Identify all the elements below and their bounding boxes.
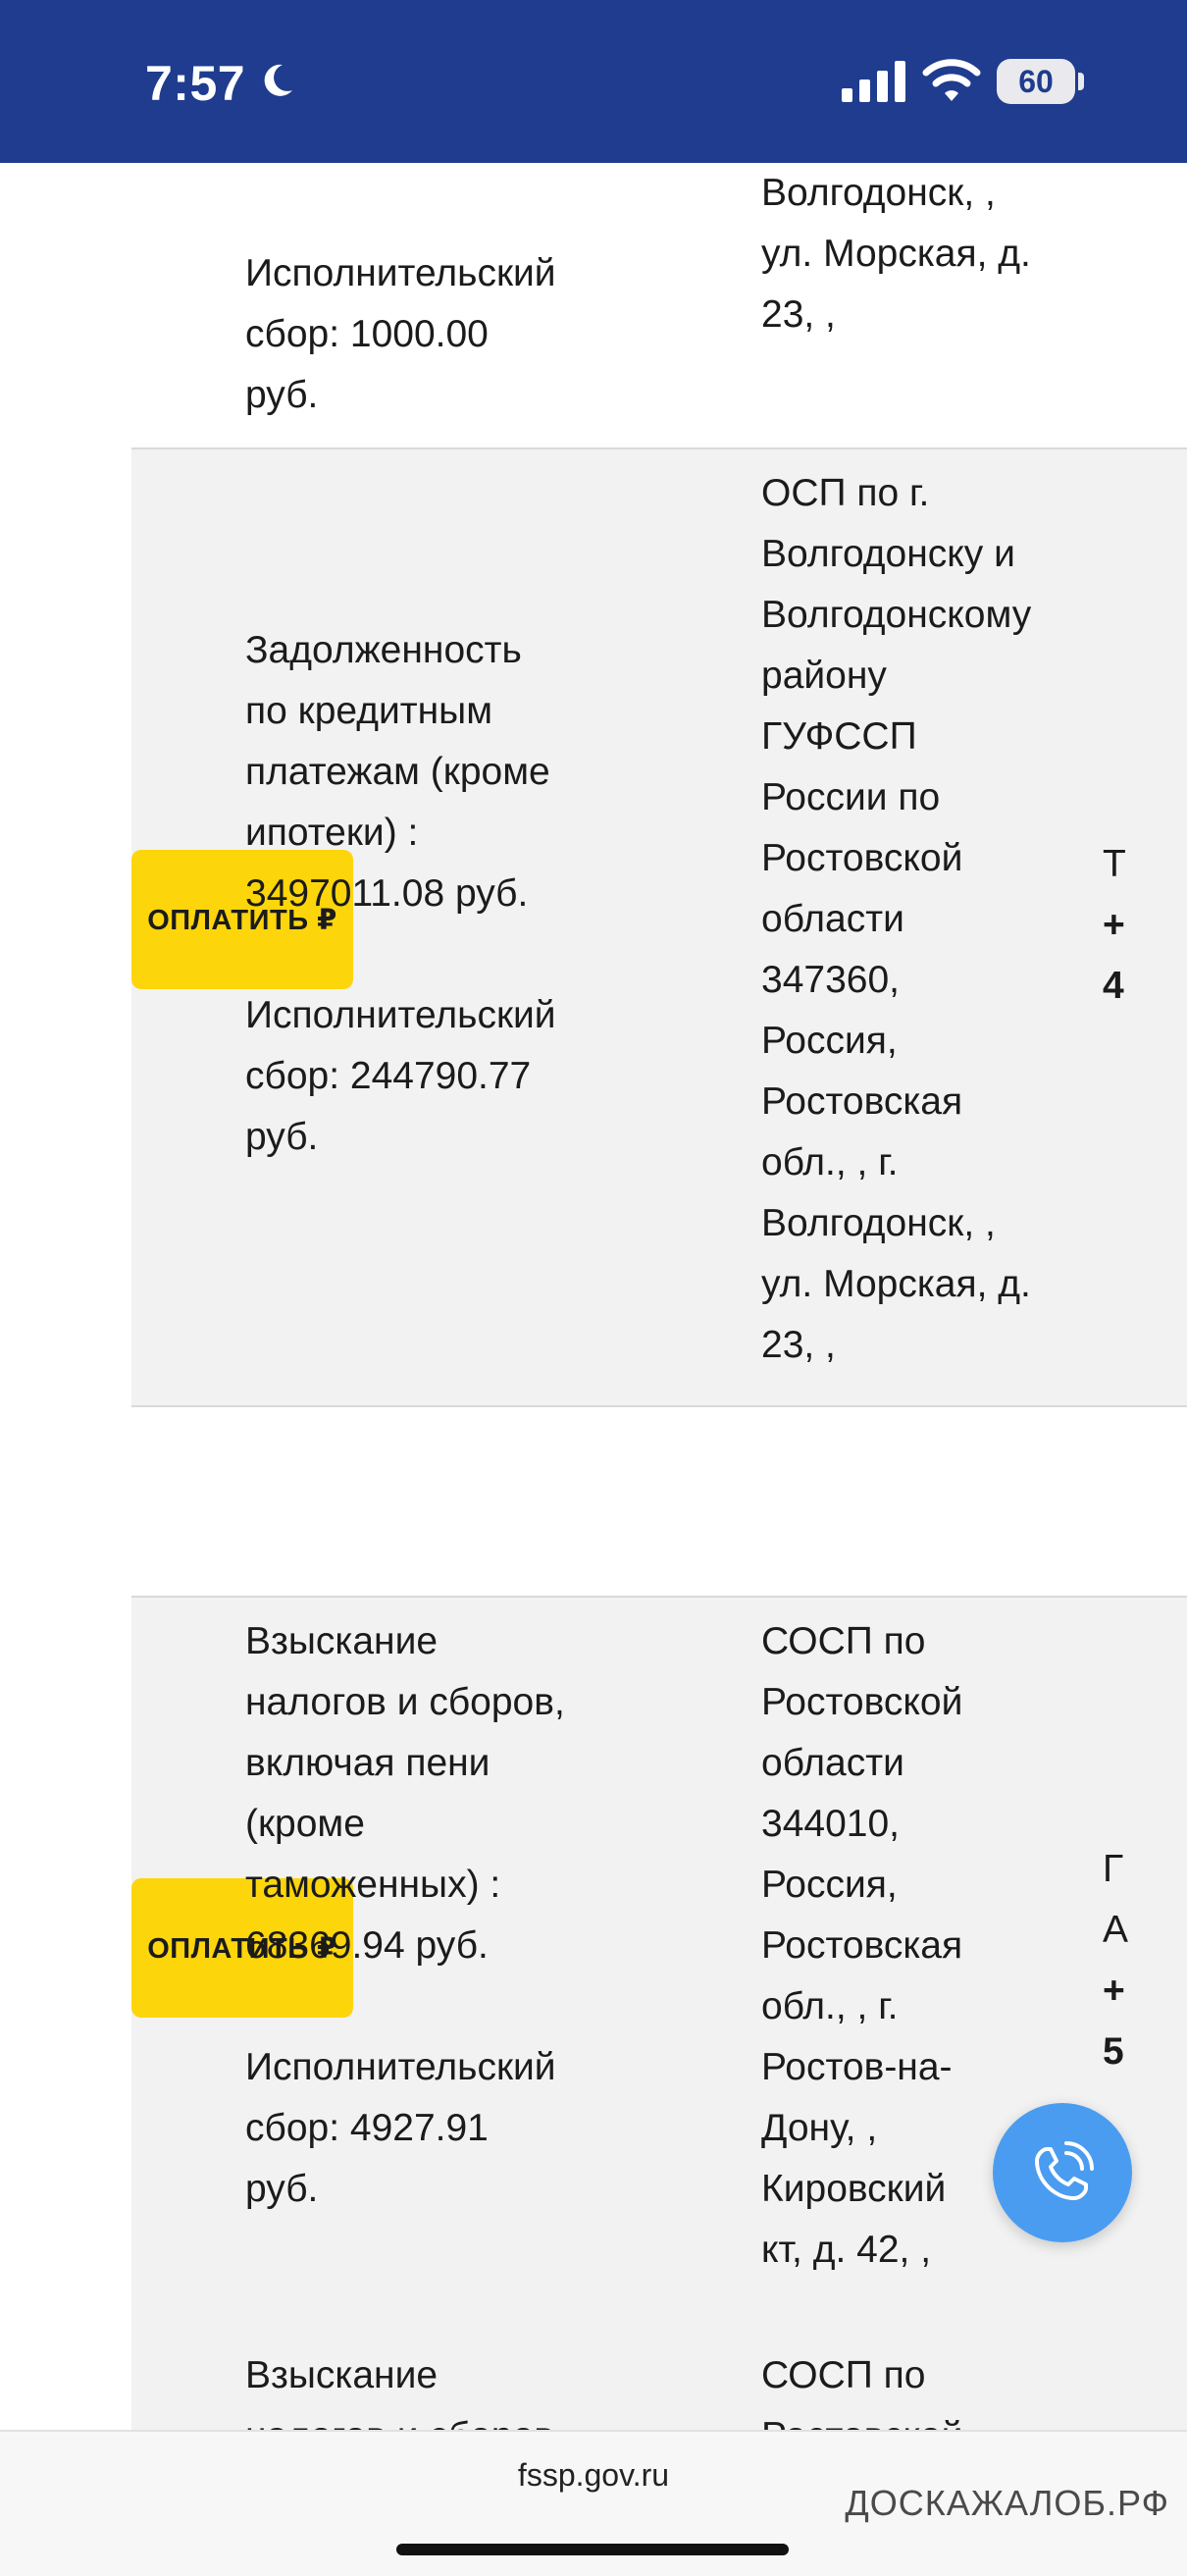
home-indicator[interactable] (396, 2544, 789, 2555)
text-line: области (761, 898, 904, 940)
text-line: (кроме (245, 1803, 365, 1845)
text-line: 4 (1103, 965, 1124, 1007)
debt-subject: Задолженность по кредитным платежам (кро… (245, 620, 755, 1168)
text-line: Ростовской (761, 2406, 1114, 2430)
text-line: руб. (245, 374, 319, 416)
text-line: Волгодонскому (761, 594, 1032, 636)
text-line: сбор: 244790.77 (245, 1055, 532, 1097)
call-button[interactable] (993, 2103, 1132, 2242)
text-line: + (1103, 1970, 1125, 2012)
screen: 7:57 60 Исполнительский сбор: 1000.00 ру… (0, 0, 1187, 2576)
text-line: Россия, (761, 1020, 898, 1062)
text-line: Исполнительский (245, 252, 556, 294)
text-line: обл., , г. (761, 1985, 899, 2027)
text-line: Волгодонск, , (761, 1202, 996, 1244)
text-line: таможенных) : (245, 1864, 501, 1906)
text-line: 344010, (761, 1803, 900, 1845)
text-line: Волгодонск, , (761, 172, 996, 214)
text-line: 5 (1103, 2030, 1124, 2073)
text-line: ул. Морская, д. (761, 1263, 1031, 1305)
text-line: Задолженность (245, 629, 522, 671)
text-line: ипотеки) : (245, 812, 419, 854)
text-line: Взыскание (245, 2354, 439, 2396)
status-time: 7:57 (145, 56, 246, 111)
text-line: России по (761, 776, 941, 818)
moon-icon (264, 64, 292, 96)
department-text: СОСП по Ростовской (761, 2345, 1114, 2430)
text-line: 23, , (761, 293, 836, 336)
text-line: Ростовская (761, 1080, 963, 1123)
status-bar: 7:57 60 (0, 0, 1187, 163)
contact-text: Г А + 5 (1103, 1839, 1187, 2082)
contact-text: Т + 4 (1103, 834, 1187, 1017)
text-line: ул. Морская, д. (761, 233, 1031, 275)
text-line: А (1103, 1909, 1129, 1951)
text-line: 68369.94 руб. (245, 1924, 489, 1967)
wifi-icon (922, 59, 981, 101)
fee-text: Исполнительский сбор: 1000.00 руб. (245, 243, 755, 426)
text-line: налогов и сборов, (245, 2406, 755, 2430)
text-line: СОСП по (761, 1620, 926, 1662)
text-line: руб. (245, 2168, 319, 2210)
text-line: ОСП по г. (761, 472, 930, 514)
text-line: области (761, 1742, 904, 1784)
debt-subject: Взыскание налогов и сборов, включая пени… (245, 1611, 755, 2220)
browser-bar: fssp.gov.ru ДОСКАЖАЛОБ.РФ (0, 2430, 1187, 2576)
text-line: Ростовской (761, 1681, 963, 1723)
department-text: ОСП по г. Волгодонску и Волгодонскому ра… (761, 463, 1114, 1376)
text-line: Россия, (761, 1864, 898, 1906)
text-line: Т (1103, 843, 1126, 885)
text-line: СОСП по (761, 2354, 926, 2396)
text-line: сбор: 4927.91 (245, 2107, 489, 2149)
text-line: 347360, (761, 959, 900, 1001)
text-line: включая пени (245, 1742, 490, 1784)
watermark-text: ДОСКАЖАЛОБ.РФ (845, 2483, 1169, 2523)
text-line: 3497011.08 руб. (245, 872, 529, 915)
text-line: по кредитным (245, 690, 493, 732)
text-line: Взыскание (245, 1620, 439, 1662)
phone-call-icon (1035, 2141, 1094, 2200)
text-line: Ростовской (761, 837, 963, 879)
text-line: налогов и сборов, (245, 1681, 565, 1723)
text-line: ГУФССП (761, 715, 917, 758)
cellular-signal-icon (842, 61, 905, 102)
text-line: сбор: 1000.00 (245, 313, 489, 355)
debt-table[interactable]: Исполнительский сбор: 1000.00 руб. Волго… (0, 163, 1187, 2430)
text-line: + (1103, 904, 1125, 946)
battery-indicator: 60 (997, 59, 1075, 104)
text-line: руб. (245, 1116, 319, 1158)
text-line: Исполнительский (245, 2046, 556, 2088)
debt-subject: Взыскание налогов и сборов, (245, 2345, 755, 2430)
text-line: обл., , г. (761, 1141, 899, 1183)
text-line: району (761, 655, 887, 697)
text-line: 23, , (761, 1324, 836, 1366)
battery-nub (1078, 73, 1084, 90)
text-line: Г (1103, 1848, 1124, 1890)
text-line: платежам (кроме (245, 751, 550, 793)
text-line: Исполнительский (245, 994, 556, 1036)
department-text: Волгодонск, , ул. Морская, д. 23, , (761, 163, 1114, 345)
text-line: Волгодонску и (761, 533, 1015, 575)
text-line: Ростовская (761, 1924, 963, 1967)
text-line: Ростов-на- (761, 2046, 953, 2088)
